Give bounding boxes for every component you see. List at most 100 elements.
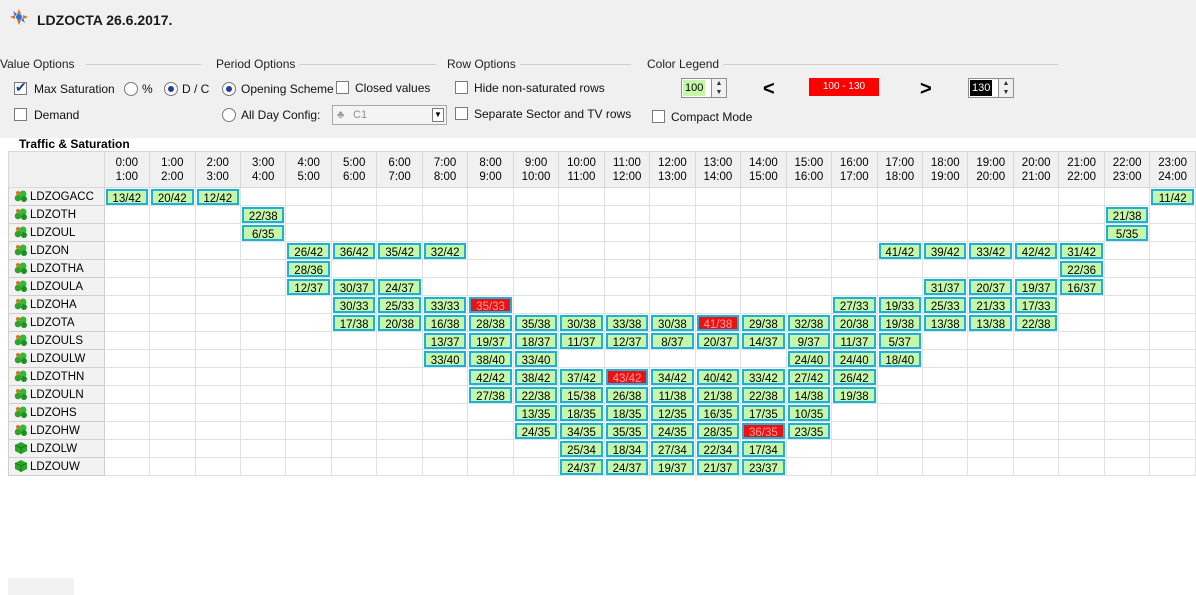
value-cell[interactable]: 11/37 <box>833 332 876 349</box>
hour-header[interactable]: 23:00 24:00 <box>1149 151 1196 188</box>
value-cell[interactable]: 12/35 <box>651 404 694 421</box>
hour-header[interactable]: 19:00 20:00 <box>967 151 1014 188</box>
hide-non-saturated-checkbox[interactable] <box>455 81 468 94</box>
grid-cell[interactable]: 5/37 <box>876 331 924 350</box>
value-cell[interactable]: 26/42 <box>833 368 876 385</box>
value-cell[interactable]: 19/33 <box>878 296 922 313</box>
value-cell[interactable]: 19/38 <box>878 314 922 331</box>
grid-cell[interactable]: 14/37 <box>740 331 787 350</box>
value-cell[interactable]: 19/38 <box>833 386 876 403</box>
value-cell[interactable]: 26/38 <box>605 386 649 403</box>
grid-cell[interactable]: 19/37 <box>649 457 696 476</box>
row-header[interactable]: LDZOULS <box>8 331 105 350</box>
value-cell[interactable]: 12/42 <box>196 188 239 205</box>
grid-cell[interactable]: 19/33 <box>876 295 924 314</box>
grid-cell[interactable]: 20/37 <box>694 331 742 350</box>
grid-cell[interactable]: 40/42 <box>694 367 742 386</box>
grid-cell[interactable]: 12/37 <box>603 331 651 350</box>
value-cell[interactable]: 30/38 <box>651 314 694 331</box>
value-cell[interactable]: 20/38 <box>378 314 421 331</box>
hour-header[interactable]: 11:00 12:00 <box>603 151 651 188</box>
value-cell[interactable]: 25/33 <box>924 296 967 313</box>
grid-cell[interactable]: 30/38 <box>649 313 696 332</box>
value-cell[interactable]: 32/42 <box>423 242 467 259</box>
value-cell[interactable]: 23/37 <box>742 458 785 475</box>
value-cell[interactable]: 13/35 <box>514 404 558 421</box>
value-cell[interactable]: 35/35 <box>605 422 649 439</box>
grid-cell[interactable]: 22/34 <box>694 439 742 458</box>
hour-header[interactable]: 22:00 23:00 <box>1103 151 1151 188</box>
grid-cell[interactable]: 5/35 <box>1103 223 1151 242</box>
grid-cell[interactable]: 13/42 <box>103 187 151 206</box>
hour-header[interactable]: 10:00 11:00 <box>558 151 605 188</box>
hour-header[interactable]: 2:00 3:00 <box>194 151 241 188</box>
grid-cell[interactable]: 27/42 <box>785 367 833 386</box>
hour-header[interactable]: 9:00 10:00 <box>512 151 560 188</box>
grid-cell[interactable]: 13/38 <box>922 313 969 332</box>
value-cell[interactable]: 11/37 <box>560 332 603 349</box>
value-cell[interactable]: 29/38 <box>742 314 785 331</box>
value-cell[interactable]: 18/35 <box>605 404 649 421</box>
value-cell[interactable]: 5/35 <box>1105 224 1149 241</box>
grid-cell[interactable]: 33/40 <box>512 349 560 368</box>
value-cell[interactable]: 18/35 <box>560 404 603 421</box>
grid-cell[interactable]: 30/33 <box>330 295 378 314</box>
grid-cell[interactable]: 12/42 <box>194 187 241 206</box>
value-cell[interactable]: 36/42 <box>332 242 376 259</box>
value-cell[interactable]: 20/37 <box>696 332 740 349</box>
grid-cell[interactable]: 33/38 <box>603 313 651 332</box>
value-cell[interactable]: 25/34 <box>560 440 603 457</box>
grid-cell[interactable]: 30/38 <box>558 313 605 332</box>
grid-cell[interactable]: 29/38 <box>740 313 787 332</box>
value-cell[interactable]: 15/38 <box>560 386 603 403</box>
value-cell[interactable]: 16/35 <box>696 404 740 421</box>
grid-cell[interactable]: 18/34 <box>603 439 651 458</box>
grid-cell[interactable]: 18/35 <box>558 403 605 422</box>
value-cell[interactable]: 14/38 <box>787 386 831 403</box>
grid-cell[interactable]: 11/38 <box>649 385 696 404</box>
grid-cell[interactable]: 21/33 <box>967 295 1014 314</box>
value-cell[interactable]: 13/37 <box>423 332 467 349</box>
value-cell[interactable]: 28/36 <box>287 260 330 277</box>
all-day-config-radio[interactable] <box>222 108 236 122</box>
value-cell[interactable]: 30/37 <box>332 278 376 295</box>
grid-cell[interactable]: 27/33 <box>831 295 878 314</box>
hour-header[interactable]: 7:00 8:00 <box>421 151 469 188</box>
saturated-value-cell[interactable]: 36/35 <box>742 422 785 439</box>
row-header[interactable]: LDZOLW <box>8 439 105 458</box>
saturated-value-cell[interactable]: 35/33 <box>469 296 512 313</box>
grid-cell[interactable]: 6/35 <box>239 223 287 242</box>
grid-cell[interactable]: 14/38 <box>785 385 833 404</box>
hour-header[interactable]: 16:00 17:00 <box>831 151 878 188</box>
value-cell[interactable]: 31/42 <box>1060 242 1103 259</box>
value-cell[interactable]: 35/42 <box>378 242 421 259</box>
grid-cell[interactable]: 28/36 <box>285 259 332 278</box>
low-threshold-value[interactable]: 100 <box>683 80 706 96</box>
grid-cell[interactable]: 19/37 <box>1012 277 1060 296</box>
value-cell[interactable]: 13/42 <box>105 188 149 205</box>
grid-cell[interactable]: 16/37 <box>1058 277 1105 296</box>
value-cell[interactable]: 41/42 <box>878 242 922 259</box>
hour-header[interactable]: 6:00 7:00 <box>376 151 423 188</box>
value-cell[interactable]: 21/37 <box>696 458 740 475</box>
grid-cell[interactable]: 18/35 <box>603 403 651 422</box>
value-cell[interactable]: 11/42 <box>1151 188 1194 205</box>
value-cell[interactable]: 17/38 <box>332 314 376 331</box>
value-cell[interactable]: 33/33 <box>423 296 467 313</box>
grid-cell[interactable]: 24/37 <box>603 457 651 476</box>
value-cell[interactable]: 16/37 <box>1060 278 1103 295</box>
grid-cell[interactable]: 17/35 <box>740 403 787 422</box>
grid-cell[interactable]: 22/38 <box>239 205 287 224</box>
value-cell[interactable]: 11/38 <box>651 386 694 403</box>
value-cell[interactable]: 18/34 <box>605 440 649 457</box>
grid-cell[interactable]: 22/38 <box>1012 313 1060 332</box>
grid-cell[interactable]: 13/35 <box>512 403 560 422</box>
hour-header[interactable]: 8:00 9:00 <box>467 151 514 188</box>
row-header[interactable]: LDZOGACC <box>8 187 105 206</box>
value-cell[interactable]: 24/35 <box>651 422 694 439</box>
value-cell[interactable]: 34/35 <box>560 422 603 439</box>
grid-cell[interactable]: 12/37 <box>285 277 332 296</box>
grid-cell[interactable]: 35/38 <box>512 313 560 332</box>
separate-rows-checkbox[interactable] <box>455 107 468 120</box>
hour-header[interactable]: 14:00 15:00 <box>740 151 787 188</box>
